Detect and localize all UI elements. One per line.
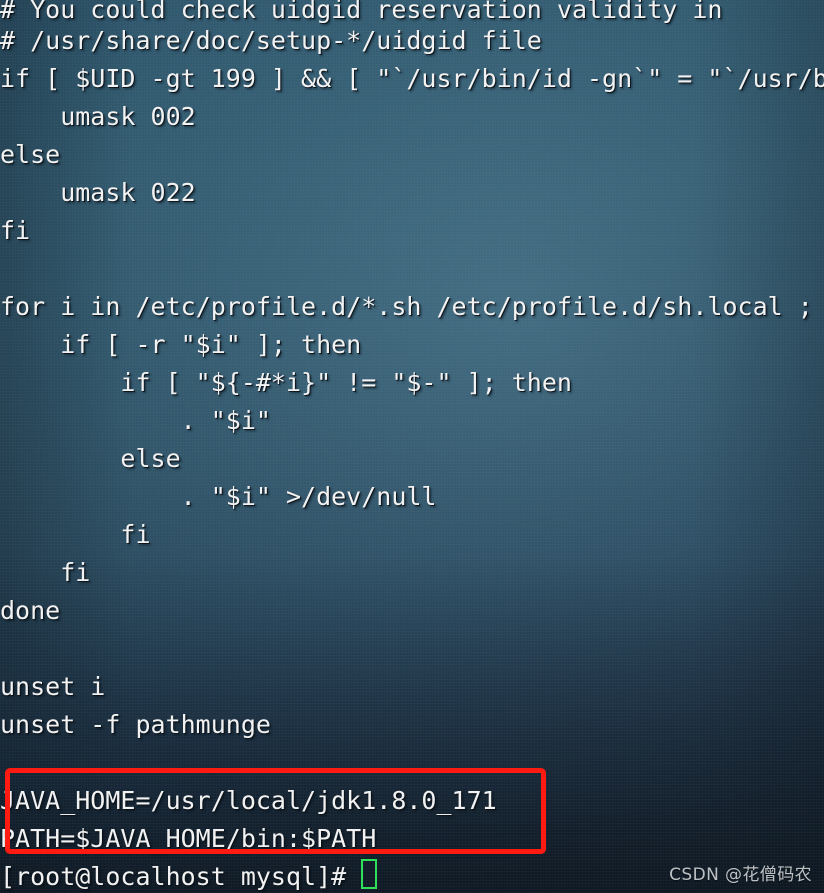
terminal-line: done [0,596,61,625]
terminal-line: . "$i" [0,406,271,435]
csdn-watermark: CSDN @花僧码农 [669,865,812,885]
terminal-line: else [0,140,61,169]
terminal-line: fi [0,520,151,549]
terminal-line: if [ "${-#*i}" != "$-" ]; then [0,368,572,397]
text-cursor [361,859,377,889]
terminal-line: fi [0,558,91,587]
terminal-text-area[interactable]: # You could check uidgid reservation val… [0,0,824,893]
terminal-line-path: PATH=$JAVA_HOME/bin:$PATH [0,824,377,853]
terminal-window[interactable]: # You could check uidgid reservation val… [0,0,824,893]
terminal-line: fi [0,216,31,245]
terminal-line: unset -f pathmunge [0,710,271,739]
terminal-line: . "$i" >/dev/null [0,482,437,511]
terminal-line: umask 002 [0,102,196,131]
terminal-line: unset i [0,672,106,701]
terminal-line-java-home: JAVA_HOME=/usr/local/jdk1.8.0_171 [0,786,497,815]
terminal-line: if [ $UID -gt 199 ] && [ "`/usr/bin/id -… [0,64,824,93]
terminal-line: umask 022 [0,178,196,207]
terminal-line: if [ -r "$i" ]; then [0,330,362,359]
terminal-line: for i in /etc/profile.d/*.sh /etc/profil… [0,292,824,321]
terminal-line: # /usr/share/doc/setup-*/uidgid file [0,26,542,55]
terminal-line: else [0,444,181,473]
shell-prompt: [root@localhost mysql]# [0,862,347,891]
